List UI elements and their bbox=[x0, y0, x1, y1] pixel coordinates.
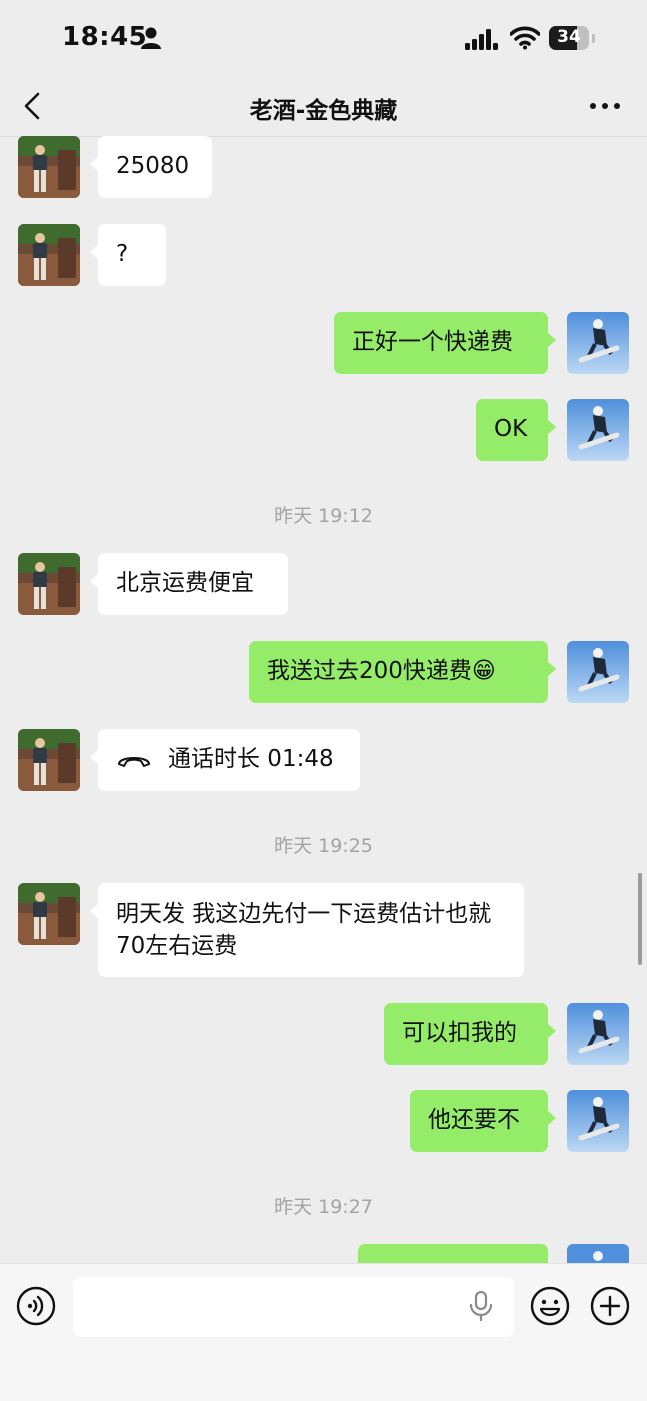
call-record-bubble[interactable]: 通话时长 01:48 bbox=[90, 729, 360, 791]
message-text: 他还要不 bbox=[428, 1107, 520, 1133]
message-text: ? bbox=[116, 241, 129, 267]
message-timestamp: 昨天 19:27 bbox=[274, 1196, 373, 1218]
message-bubble-partial[interactable] bbox=[358, 1244, 556, 1280]
chat-header: 老酒-金色典藏 bbox=[0, 78, 647, 137]
voice-input-icon[interactable] bbox=[16, 1286, 56, 1326]
message-bubble[interactable]: 我送过去200快递费😁 bbox=[249, 641, 556, 703]
battery-tip bbox=[592, 34, 595, 43]
message-text: 25080 bbox=[116, 153, 190, 179]
message-text: 北京运费便宜 bbox=[116, 570, 254, 596]
message-bubble[interactable]: 明天发 我这边先付一下运费估计也就70左右运费 bbox=[90, 883, 524, 977]
wifi-icon bbox=[510, 26, 540, 50]
plus-icon[interactable] bbox=[590, 1286, 630, 1326]
contact-avatar[interactable] bbox=[18, 729, 80, 791]
message-text: 正好一个快递费 bbox=[352, 329, 513, 355]
contact-avatar[interactable] bbox=[18, 553, 80, 615]
phone-call-icon bbox=[118, 757, 150, 767]
message-timestamp: 昨天 19:25 bbox=[274, 835, 373, 857]
battery-icon: 34 bbox=[549, 26, 589, 50]
message-bubble[interactable]: ? bbox=[90, 224, 166, 286]
chat-title: 老酒-金色典藏 bbox=[249, 98, 398, 124]
message-text: 明天发 我这边先付一下运费估计也就70左右运费 bbox=[116, 901, 492, 959]
contact-avatar[interactable] bbox=[18, 224, 80, 286]
contact-avatar[interactable] bbox=[18, 136, 80, 198]
my-avatar[interactable] bbox=[567, 1003, 629, 1065]
message-input[interactable] bbox=[73, 1277, 514, 1337]
microphone-icon[interactable] bbox=[469, 1291, 493, 1321]
more-dots-icon[interactable] bbox=[585, 93, 625, 119]
status-time: 18:45 bbox=[62, 22, 148, 52]
person-icon bbox=[141, 27, 161, 49]
my-avatar[interactable] bbox=[567, 1244, 629, 1263]
message-text: 可以扣我的 bbox=[402, 1020, 517, 1046]
message-timestamp: 昨天 19:12 bbox=[274, 505, 373, 527]
message-text: 我送过去200快递费😁 bbox=[267, 658, 496, 684]
message-bubble[interactable]: 25080 bbox=[90, 136, 212, 198]
my-avatar[interactable] bbox=[567, 641, 629, 703]
message-bubble[interactable]: 正好一个快递费 bbox=[334, 312, 556, 374]
emoji-icon[interactable] bbox=[530, 1286, 570, 1326]
scrollbar[interactable] bbox=[638, 873, 642, 965]
my-avatar[interactable] bbox=[567, 1090, 629, 1152]
my-avatar[interactable] bbox=[567, 312, 629, 374]
cellular-signal-icon bbox=[465, 29, 498, 50]
message-bubble[interactable]: 可以扣我的 bbox=[384, 1003, 556, 1065]
message-bubble[interactable]: 北京运费便宜 bbox=[90, 553, 288, 615]
message-bubble[interactable]: OK bbox=[476, 399, 556, 461]
input-bar bbox=[0, 1263, 647, 1401]
my-avatar[interactable] bbox=[567, 399, 629, 461]
message-text: OK bbox=[494, 416, 528, 442]
call-duration-text: 通话时长 01:48 bbox=[168, 746, 334, 772]
status-bar: 18:45 34 bbox=[0, 0, 647, 78]
battery-level: 34 bbox=[557, 27, 581, 47]
message-bubble[interactable]: 他还要不 bbox=[410, 1090, 556, 1152]
contact-avatar[interactable] bbox=[18, 883, 80, 945]
